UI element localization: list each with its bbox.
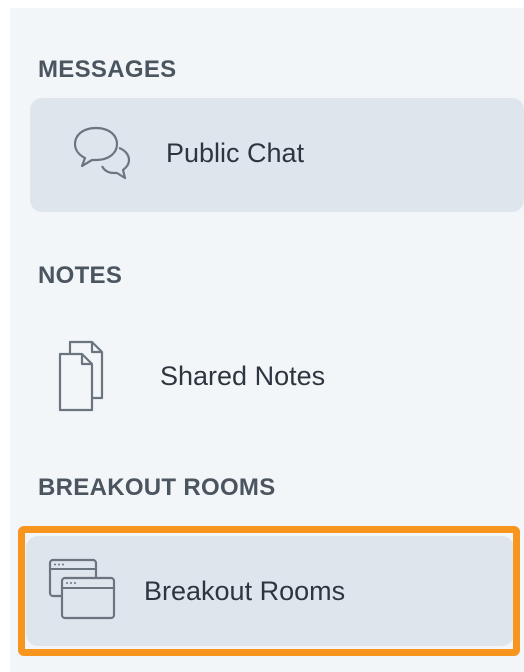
shared-notes-item[interactable]: Shared Notes xyxy=(30,318,524,432)
breakout-rooms-item[interactable]: Breakout Rooms xyxy=(26,536,514,646)
user-list-sidebar: MESSAGES Public Chat NOTES Shared Notes … xyxy=(10,8,524,672)
public-chat-label: Public Chat xyxy=(166,138,305,168)
breakout-rooms-icon xyxy=(48,558,116,620)
shared-notes-label: Shared Notes xyxy=(160,361,326,391)
chat-icon xyxy=(73,126,131,180)
public-chat-item[interactable]: Public Chat xyxy=(30,98,524,212)
breakout-rooms-label: Breakout Rooms xyxy=(144,576,346,606)
section-title-notes: NOTES xyxy=(38,262,123,289)
shared-notes-icon xyxy=(58,340,104,412)
section-title-breakout-rooms: BREAKOUT ROOMS xyxy=(38,474,276,501)
section-title-messages: MESSAGES xyxy=(38,56,177,83)
